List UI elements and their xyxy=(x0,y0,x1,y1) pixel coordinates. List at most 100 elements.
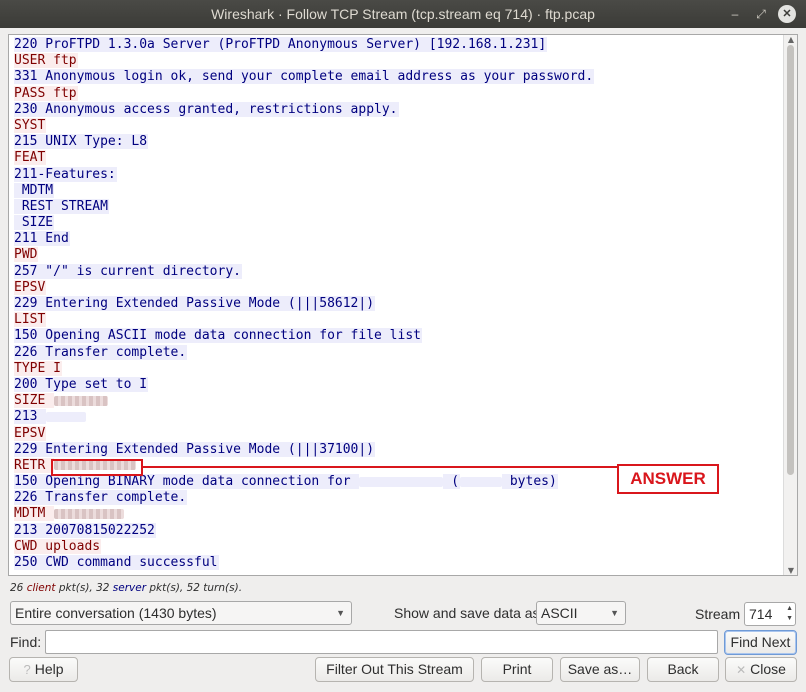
server-line: 213 xyxy=(14,409,780,425)
minimize-icon[interactable]: – xyxy=(726,5,744,23)
server-line: 257 "/" is current directory. xyxy=(14,263,780,280)
line-text: PWD xyxy=(14,247,39,263)
line-text: EPSV xyxy=(14,279,47,295)
line-text: MDTM xyxy=(14,182,55,198)
line-text: RETR xyxy=(14,457,55,473)
line-text: EPSV xyxy=(14,425,47,441)
redacted-text xyxy=(46,411,87,422)
client-line: TYPE I xyxy=(14,360,780,377)
window-title: Wireshark · Follow TCP Stream (tcp.strea… xyxy=(211,6,595,22)
find-next-button[interactable]: Find Next xyxy=(724,630,797,655)
server-line: 229 Entering Extended Passive Mode (|||3… xyxy=(14,441,780,458)
line-text: SYST xyxy=(14,117,47,133)
redacted-text xyxy=(359,476,444,487)
back-button[interactable]: Back xyxy=(647,657,719,682)
scroll-down-icon[interactable]: ▼ xyxy=(784,566,797,575)
redacted-text xyxy=(54,395,109,406)
line-text: 150 Opening BINARY mode data connection … xyxy=(14,474,360,490)
stream-text-view[interactable]: 220 ProFTPD 1.3.0a Server (ProFTPD Anony… xyxy=(8,34,798,576)
stream-label: Stream xyxy=(695,606,741,622)
line-text: USER ftp xyxy=(14,53,78,69)
line-text: SIZE xyxy=(14,215,55,231)
help-button[interactable]: ? Help xyxy=(9,657,78,682)
line-text: LIST xyxy=(14,312,47,328)
answer-highlight-box xyxy=(51,459,143,476)
line-text: CWD uploads xyxy=(14,538,102,554)
stream-number-spinbox[interactable]: 714 ▲ ▼ xyxy=(744,602,796,626)
client-line: EPSV xyxy=(14,279,780,296)
line-text: 331 Anonymous login ok, send your comple… xyxy=(14,69,595,85)
close-icon: ✕ xyxy=(736,663,747,677)
data-format-select[interactable]: ASCII ▼ xyxy=(536,601,626,625)
server-line: 211-Features: xyxy=(14,166,780,183)
close-icon[interactable]: ✕ xyxy=(778,5,796,23)
server-line: 220 ProFTPD 1.3.0a Server (ProFTPD Anony… xyxy=(14,37,780,53)
server-line: MDTM xyxy=(14,182,780,199)
client-line: MDTM xyxy=(14,506,780,522)
scrollbar-thumb[interactable] xyxy=(787,45,794,475)
redacted-text xyxy=(460,476,503,487)
client-line: FEAT xyxy=(14,150,780,166)
line-text: 226 Transfer complete. xyxy=(14,344,188,360)
server-line: 211 End xyxy=(14,231,780,247)
scroll-up-icon[interactable]: ▲ xyxy=(784,35,797,44)
redacted-text xyxy=(54,508,125,519)
line-text: 215 UNIX Type: L8 xyxy=(14,134,149,150)
server-line: 331 Anonymous login ok, send your comple… xyxy=(14,69,780,85)
server-line: 250 CWD command successful xyxy=(14,555,780,571)
line-text: 250 CWD command successful xyxy=(14,555,219,570)
server-line: REST STREAM xyxy=(14,198,780,215)
line-text: bytes) xyxy=(502,474,558,490)
chevron-down-icon: ▼ xyxy=(610,608,619,618)
line-text: TYPE I xyxy=(14,360,62,376)
line-text: 220 ProFTPD 1.3.0a Server (ProFTPD Anony… xyxy=(14,37,548,52)
find-label: Find: xyxy=(10,634,42,650)
server-line: SIZE xyxy=(14,215,780,231)
client-line: USER ftp xyxy=(14,53,780,69)
server-line: 200 Type set to I xyxy=(14,376,780,393)
help-icon: ? xyxy=(23,662,31,677)
line-text: PASS ftp xyxy=(14,85,78,101)
server-line: 215 UNIX Type: L8 xyxy=(14,134,780,150)
client-line: EPSV xyxy=(14,425,780,442)
conversation-select[interactable]: Entire conversation (1430 bytes) ▼ xyxy=(10,601,352,625)
line-text: FEAT xyxy=(14,150,47,166)
vertical-scrollbar[interactable]: ▲ ▼ xyxy=(783,35,797,575)
client-line: PASS ftp xyxy=(14,85,780,102)
answer-connector-line xyxy=(143,466,617,468)
line-text: ( xyxy=(443,474,461,490)
stream-content: 220 ProFTPD 1.3.0a Server (ProFTPD Anony… xyxy=(14,37,780,575)
line-text: 257 "/" is current directory. xyxy=(14,263,242,279)
answer-label: ANSWER xyxy=(617,464,719,494)
maximize-icon[interactable]: ⤢ xyxy=(752,5,770,23)
line-text: 230 Anonymous access granted, restrictio… xyxy=(14,101,399,117)
client-line: SYST xyxy=(14,117,780,134)
spin-arrows-icon[interactable]: ▲ ▼ xyxy=(786,604,793,624)
packet-stats: 26 client pkt(s), 32 server pkt(s), 52 t… xyxy=(10,582,243,594)
line-text: 213 20070815022252 xyxy=(14,522,156,538)
line-text: 226 Transfer complete. xyxy=(14,490,188,506)
client-line-partial xyxy=(14,571,780,575)
line-text: 211 End xyxy=(14,231,70,247)
line-text: 213 xyxy=(14,409,47,425)
server-line: 150 Opening ASCII mode data connection f… xyxy=(14,328,780,344)
line-text: 229 Entering Extended Passive Mode (|||3… xyxy=(14,441,376,457)
client-line: LIST xyxy=(14,312,780,328)
server-line: 213 20070815022252 xyxy=(14,522,780,539)
filter-out-stream-button[interactable]: Filter Out This Stream xyxy=(315,657,474,682)
find-input[interactable] xyxy=(45,630,718,654)
line-text: REST STREAM xyxy=(14,198,109,214)
close-button[interactable]: ✕ Close xyxy=(725,657,797,682)
save-as-button[interactable]: Save as… xyxy=(560,657,640,682)
server-line: 226 Transfer complete. xyxy=(14,344,780,361)
client-line: CWD uploads xyxy=(14,538,780,555)
line-text: 229 Entering Extended Passive Mode (|||5… xyxy=(14,296,376,311)
server-line: 230 Anonymous access granted, restrictio… xyxy=(14,101,780,118)
print-button[interactable]: Print xyxy=(481,657,553,682)
client-line: PWD xyxy=(14,247,780,263)
line-text: MDTM xyxy=(14,506,55,522)
line-text: SIZE xyxy=(14,393,55,409)
line-text: 211-Features: xyxy=(14,166,117,182)
show-save-label: Show and save data as xyxy=(394,605,540,621)
client-line: SIZE xyxy=(14,393,780,409)
